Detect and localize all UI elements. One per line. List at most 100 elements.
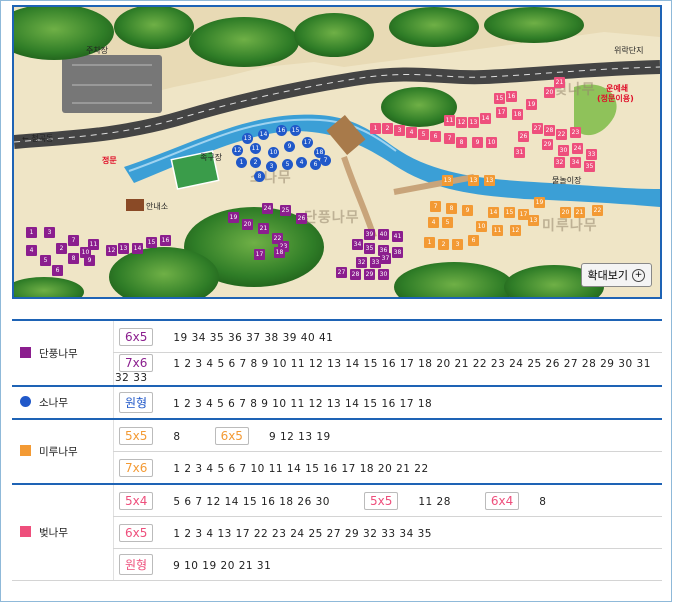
site-marker[interactable]: 38 (392, 247, 403, 258)
site-marker[interactable]: 1 (370, 123, 381, 134)
site-marker[interactable]: 6 (430, 131, 441, 142)
site-marker[interactable]: 22 (556, 129, 567, 140)
zoom-button[interactable]: 확대보기 + (580, 263, 652, 287)
site-marker[interactable]: 19 (526, 99, 537, 110)
site-marker[interactable]: 13 (528, 215, 539, 226)
site-marker[interactable]: 20 (242, 219, 253, 230)
site-marker[interactable]: 7 (68, 235, 79, 246)
site-marker[interactable]: 7 (430, 201, 441, 212)
site-marker[interactable]: 5 (442, 217, 453, 228)
site-marker[interactable]: 15 (494, 93, 505, 104)
site-marker[interactable]: 15 (146, 237, 157, 248)
site-marker[interactable]: 3 (394, 125, 405, 136)
site-marker[interactable]: 10 (476, 221, 487, 232)
site-marker[interactable]: 5 (40, 255, 51, 266)
site-marker[interactable]: 14 (258, 129, 269, 140)
site-marker[interactable]: 29 (542, 139, 553, 150)
site-marker[interactable]: 4 (26, 245, 37, 256)
site-marker[interactable]: 12 (232, 145, 243, 156)
site-marker[interactable]: 11 (250, 143, 261, 154)
site-marker[interactable]: 16 (276, 125, 287, 136)
site-marker[interactable]: 14 (488, 207, 499, 218)
site-marker[interactable]: 13 (484, 175, 495, 186)
site-marker[interactable]: 8 (456, 137, 467, 148)
site-marker[interactable]: 1 (26, 227, 37, 238)
site-marker[interactable]: 3 (266, 161, 277, 172)
site-marker[interactable]: 4 (428, 217, 439, 228)
site-marker[interactable]: 1 (236, 157, 247, 168)
site-marker[interactable]: 26 (296, 213, 307, 224)
site-marker[interactable]: 20 (560, 207, 571, 218)
site-marker[interactable]: 19 (228, 212, 239, 223)
site-marker[interactable]: 7 (320, 155, 331, 166)
site-marker[interactable]: 9 (84, 255, 95, 266)
site-marker[interactable]: 14 (132, 243, 143, 254)
site-marker[interactable]: 7 (444, 133, 455, 144)
site-marker[interactable]: 6 (468, 235, 479, 246)
site-marker[interactable]: 3 (452, 239, 463, 250)
site-marker[interactable]: 18 (274, 247, 285, 258)
site-marker[interactable]: 25 (280, 205, 291, 216)
site-marker[interactable]: 13 (442, 175, 453, 186)
site-marker[interactable]: 26 (518, 131, 529, 142)
site-marker[interactable]: 2 (382, 123, 393, 134)
site-marker[interactable]: 2 (250, 157, 261, 168)
site-marker[interactable]: 35 (364, 243, 375, 254)
site-marker[interactable]: 6 (52, 265, 63, 276)
site-marker[interactable]: 29 (364, 269, 375, 280)
site-marker[interactable]: 15 (290, 125, 301, 136)
site-marker[interactable]: 21 (554, 77, 565, 88)
site-marker[interactable]: 8 (446, 203, 457, 214)
site-marker[interactable]: 5 (282, 159, 293, 170)
site-marker[interactable]: 11 (88, 239, 99, 250)
site-marker[interactable]: 8 (254, 171, 265, 182)
site-marker[interactable]: 27 (336, 267, 347, 278)
site-marker[interactable]: 14 (480, 113, 491, 124)
site-marker[interactable]: 40 (378, 229, 389, 240)
site-marker[interactable]: 16 (160, 235, 171, 246)
site-marker[interactable]: 15 (504, 207, 515, 218)
site-marker[interactable]: 13 (468, 175, 479, 186)
site-marker[interactable]: 2 (56, 243, 67, 254)
site-marker[interactable]: 22 (592, 205, 603, 216)
site-marker[interactable]: 21 (574, 207, 585, 218)
site-marker[interactable]: 41 (392, 231, 403, 242)
site-marker[interactable]: 17 (302, 137, 313, 148)
site-marker[interactable]: 16 (506, 91, 517, 102)
site-marker[interactable]: 12 (510, 225, 521, 236)
site-marker[interactable]: 31 (514, 147, 525, 158)
site-marker[interactable]: 32 (554, 157, 565, 168)
site-marker[interactable]: 24 (572, 143, 583, 154)
site-marker[interactable]: 12 (106, 245, 117, 256)
site-marker[interactable]: 30 (378, 269, 389, 280)
site-marker[interactable]: 10 (486, 137, 497, 148)
site-marker[interactable]: 8 (68, 253, 79, 264)
site-marker[interactable]: 11 (444, 115, 455, 126)
site-marker[interactable]: 9 (462, 205, 473, 216)
site-marker[interactable]: 4 (296, 157, 307, 168)
site-marker[interactable]: 37 (380, 253, 391, 264)
site-marker[interactable]: 34 (352, 239, 363, 250)
site-marker[interactable]: 24 (262, 203, 273, 214)
site-marker[interactable]: 9 (472, 137, 483, 148)
site-marker[interactable]: 23 (570, 127, 581, 138)
site-marker[interactable]: 27 (532, 123, 543, 134)
site-marker[interactable]: 12 (456, 117, 467, 128)
site-marker[interactable]: 32 (356, 257, 367, 268)
site-marker[interactable]: 20 (544, 87, 555, 98)
site-marker[interactable]: 9 (284, 141, 295, 152)
site-marker[interactable]: 33 (586, 149, 597, 160)
site-marker[interactable]: 17 (254, 249, 265, 260)
site-marker[interactable]: 17 (496, 107, 507, 118)
site-marker[interactable]: 10 (268, 147, 279, 158)
site-marker[interactable]: 18 (512, 109, 523, 120)
site-marker[interactable]: 35 (584, 161, 595, 172)
site-marker[interactable]: 33 (370, 257, 381, 268)
site-marker[interactable]: 4 (406, 127, 417, 138)
site-marker[interactable]: 11 (492, 225, 503, 236)
site-marker[interactable]: 13 (468, 117, 479, 128)
site-marker[interactable]: 28 (544, 125, 555, 136)
site-marker[interactable]: 30 (558, 145, 569, 156)
site-marker[interactable]: 28 (350, 269, 361, 280)
site-marker[interactable]: 2 (438, 239, 449, 250)
